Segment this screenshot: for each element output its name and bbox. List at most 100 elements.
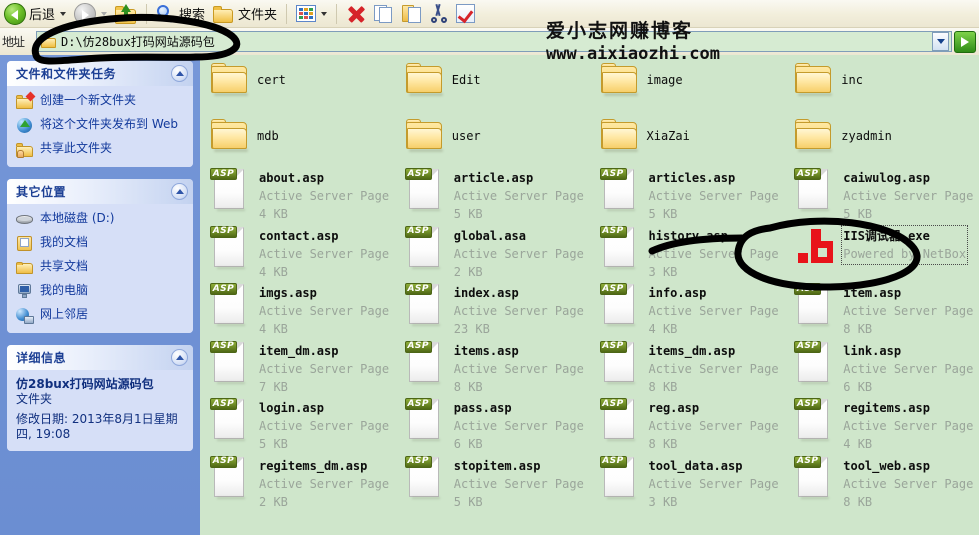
address-label: 地址	[2, 35, 25, 49]
asp-badge-label: ASP	[602, 283, 624, 294]
views-dropdown-icon[interactable]	[321, 11, 328, 16]
code-glyph	[607, 298, 632, 320]
panel-file-tasks-header[interactable]: 文件和文件夹任务	[7, 61, 193, 86]
file-item-folder[interactable]: zyadmin	[784, 117, 979, 152]
file-item[interactable]: ASP reg.asp Active Server Page 8 KB	[590, 397, 785, 453]
file-item[interactable]: ASP regitems_dm.asp Active Server Page 2 KB	[200, 455, 395, 511]
file-info: reg.asp Active Server Page 8 KB	[649, 399, 779, 453]
file-item[interactable]: ASP history.asp Active Server Page 3 KB	[590, 225, 785, 281]
cut-button[interactable]	[426, 1, 452, 27]
file-item[interactable]: ASP imgs.asp Active Server Page 4 KB	[200, 282, 395, 338]
paste-button[interactable]	[398, 1, 426, 27]
panel-details-header[interactable]: 详细信息	[7, 345, 193, 370]
file-size: 5 KB	[453, 207, 483, 221]
file-item[interactable]: ASP pass.asp Active Server Page 6 KB	[395, 397, 590, 453]
back-button[interactable]: 后退	[0, 1, 70, 27]
address-input[interactable]: D:\仿28bux打码网站源码包	[36, 31, 952, 52]
go-arrow-icon[interactable]	[954, 30, 976, 53]
sidebar-item-publish-web[interactable]: 将这个文件夹发布到 Web	[16, 117, 187, 134]
file-size: 3 KB	[648, 264, 678, 279]
file-item[interactable]: ASP index.asp Active Server Page 23 KB	[395, 282, 590, 338]
sidebar-item-label: 将这个文件夹发布到 Web	[40, 117, 178, 131]
views-button[interactable]	[292, 1, 331, 27]
sidebar-item-shared-documents[interactable]: 共享文档	[16, 259, 187, 276]
file-item[interactable]: ASP login.asp Active Server Page 5 KB	[200, 397, 395, 453]
file-item[interactable]: ASP item.asp Active Server Page 8 KB	[784, 282, 979, 338]
file-type: Active Server Page	[648, 419, 779, 433]
asp-file-icon: ASP	[794, 282, 836, 326]
collapse-chevron-icon[interactable]	[171, 349, 188, 366]
file-item[interactable]: ASP tool_data.asp Active Server Page 3 KB	[590, 455, 785, 511]
publish-web-icon	[16, 117, 34, 134]
panel-other-places-title: 其它位置	[16, 185, 67, 199]
toolbar: 后退 搜索 文件夹	[0, 0, 979, 28]
asp-badge-label: ASP	[407, 283, 430, 294]
folders-button[interactable]: 文件夹	[209, 1, 281, 27]
file-type: Active Server Page	[259, 189, 390, 203]
file-item-folder[interactable]: XiaZai	[590, 117, 785, 152]
file-item[interactable]: ASP article.asp Active Server Page 5 KB	[395, 167, 590, 223]
code-glyph	[607, 413, 632, 435]
sidebar-item-my-documents[interactable]: 我的文档	[16, 235, 187, 252]
file-type: Active Server Page	[843, 476, 974, 491]
file-name: item.asp	[843, 286, 902, 300]
file-size: 4 KB	[259, 207, 288, 221]
back-dropdown-icon[interactable]	[60, 11, 67, 16]
file-item-folder[interactable]: inc	[784, 61, 979, 96]
copy-button[interactable]	[370, 1, 398, 27]
file-item[interactable]: IIS调试器.exe Powered by NetBox	[784, 224, 979, 281]
file-info: about.asp Active Server Page 4 KB	[259, 169, 389, 223]
file-type: Active Server Page	[453, 476, 584, 491]
asp-badge-label: ASP	[602, 168, 624, 179]
delete-button[interactable]	[342, 1, 370, 27]
file-item[interactable]: ASP item_dm.asp Active Server Page 7 KB	[200, 340, 395, 396]
undo-button[interactable]	[452, 1, 479, 27]
file-type: Active Server Page	[648, 361, 779, 376]
sidebar-item-share-folder[interactable]: 共享此文件夹	[16, 141, 187, 158]
file-item-folder[interactable]: mdb	[200, 117, 395, 152]
my-computer-icon	[16, 283, 34, 300]
file-item[interactable]: ASP items.asp Active Server Page 8 KB	[395, 340, 590, 396]
sidebar-item-new-folder[interactable]: 创建一个新文件夹	[16, 91, 187, 110]
folder-name: Edit	[451, 73, 481, 87]
file-item-folder[interactable]: user	[395, 117, 590, 152]
forward-dropdown-icon[interactable]	[101, 11, 108, 16]
panel-other-places-header[interactable]: 其它位置	[7, 179, 193, 204]
file-item[interactable]: ASP tool_web.asp Active Server Page 8 KB	[784, 455, 979, 511]
file-name: about.asp	[259, 171, 325, 185]
file-size: 8 KB	[648, 437, 678, 451]
file-size: 2 KB	[259, 494, 288, 509]
address-value: D:\仿28bux打码网站源码包	[61, 35, 215, 49]
asp-badge-label: ASP	[602, 226, 624, 236]
collapse-chevron-icon[interactable]	[171, 65, 188, 82]
file-item[interactable]: ASP link.asp Active Server Page 6 KB	[784, 340, 979, 396]
file-item[interactable]: ASP caiwulog.asp Active Server Page 5 KB	[784, 167, 979, 223]
shared-documents-icon	[16, 259, 34, 276]
forward-button[interactable]	[70, 1, 111, 27]
sidebar-item-my-computer[interactable]: 我的电脑	[16, 283, 187, 300]
file-item-folder[interactable]: cert	[200, 61, 395, 96]
file-item[interactable]: ASP global.asa Active Server Page 2 KB	[395, 225, 590, 281]
up-button[interactable]	[111, 1, 141, 27]
file-item[interactable]: ASP articles.asp Active Server Page 5 KB	[590, 167, 785, 223]
file-row: ASP contact.asp Active Server Page 4 KB ASP g…	[200, 224, 979, 281]
file-list-pane[interactable]: cert Edit image inc mdb user XiaZai zyad…	[200, 55, 979, 535]
chevron-down-icon[interactable]	[932, 32, 949, 51]
sidebar-item-local-disk[interactable]: 本地磁盘 (D:)	[16, 211, 187, 228]
file-item[interactable]: ASP contact.asp Active Server Page 4 KB	[200, 225, 395, 281]
search-button[interactable]: 搜索	[152, 1, 209, 27]
file-item-folder[interactable]: Edit	[395, 61, 590, 96]
file-size: 8 KB	[843, 322, 873, 336]
file-item[interactable]: ASP regitems.asp Active Server Page 4 KB	[784, 397, 979, 453]
file-item[interactable]: ASP stopitem.asp Active Server Page 5 KB	[395, 455, 590, 511]
search-icon	[156, 4, 176, 24]
file-item[interactable]: ASP items_dm.asp Active Server Page 8 KB	[590, 340, 785, 396]
file-item[interactable]: ASP info.asp Active Server Page 4 KB	[590, 282, 785, 338]
sidebar-item-network-places[interactable]: 网上邻居	[16, 307, 187, 324]
asp-badge-label: ASP	[212, 283, 235, 294]
panel-details: 详细信息 仿28bux打码网站源码包 文件夹 修改日期: 2013年8月1日星期…	[7, 345, 193, 451]
details-kind: 文件夹	[16, 392, 53, 406]
file-item[interactable]: ASP about.asp Active Server Page 4 KB	[200, 167, 395, 223]
file-item-folder[interactable]: image	[590, 61, 785, 96]
collapse-chevron-icon[interactable]	[171, 183, 188, 200]
